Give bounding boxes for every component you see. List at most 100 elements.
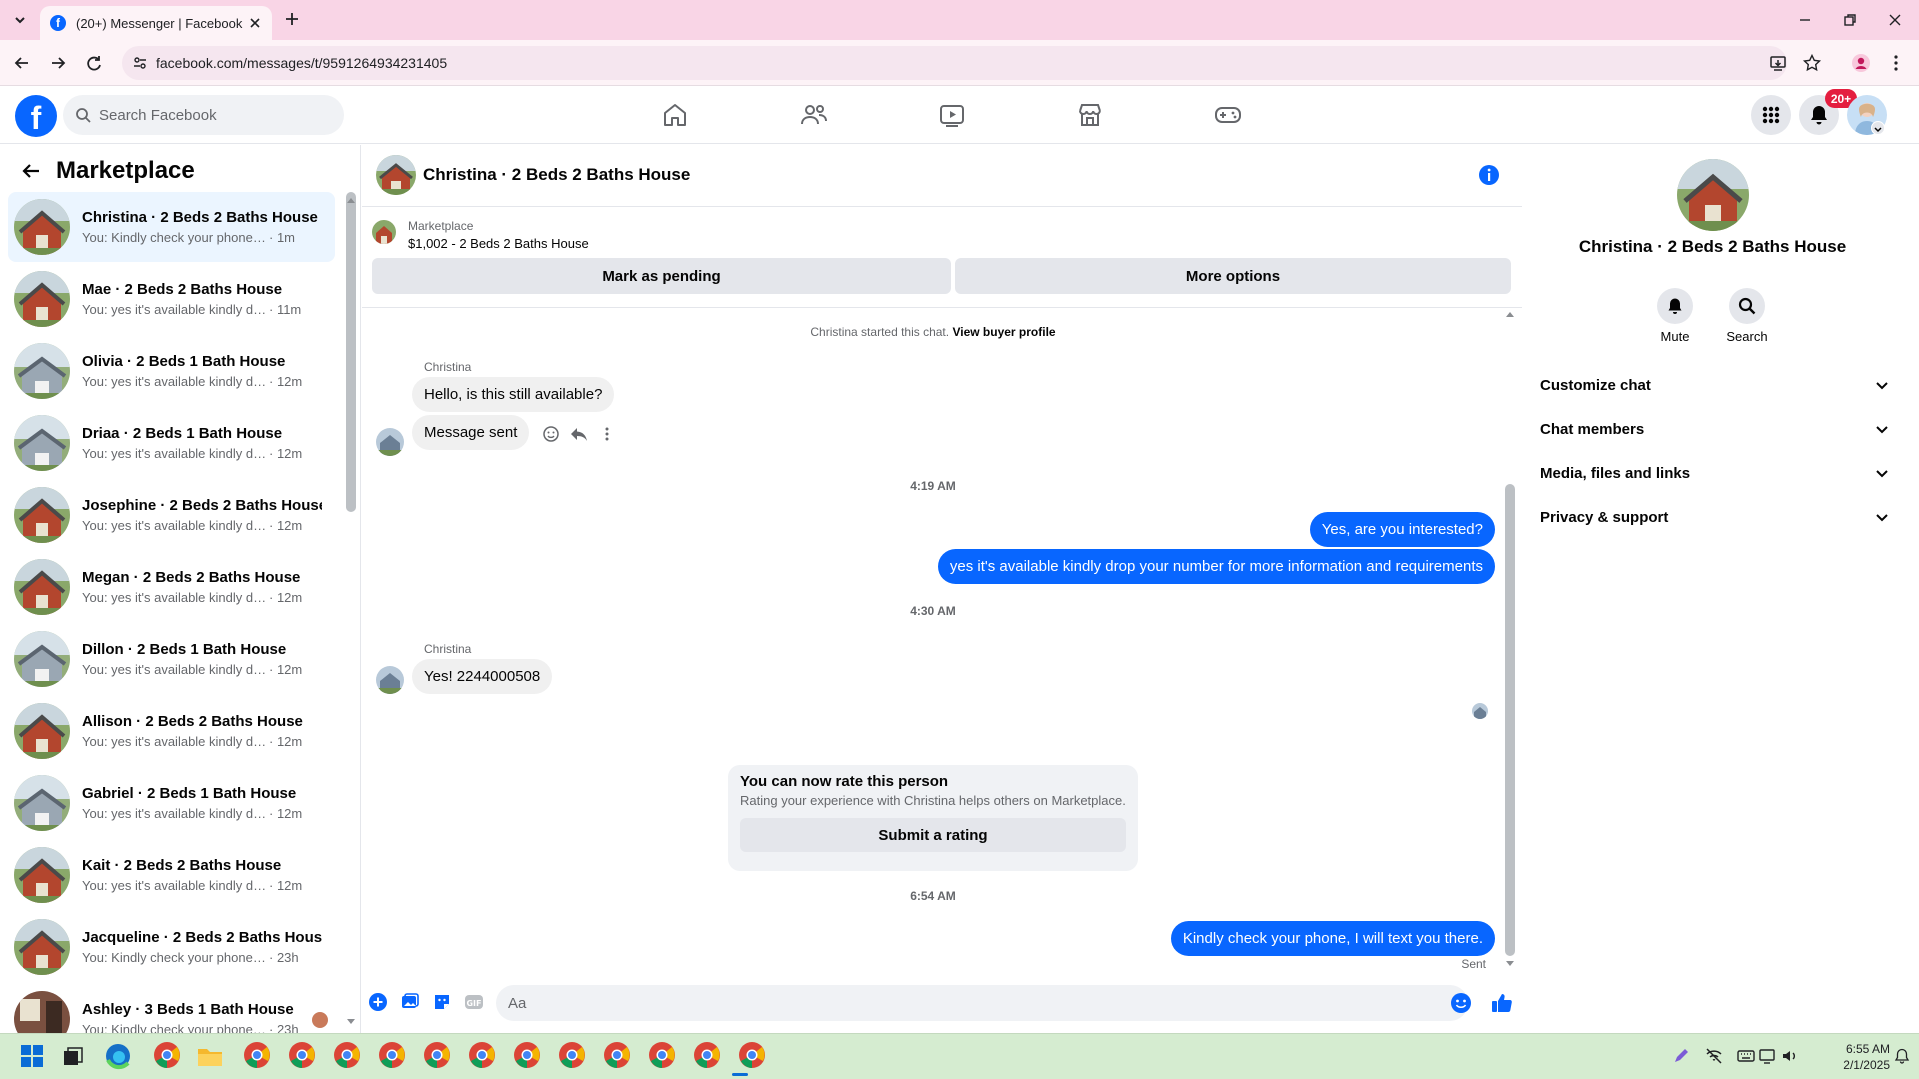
section-media-files-links[interactable]: Media, files and links bbox=[1540, 461, 1890, 485]
site-info-icon[interactable] bbox=[132, 55, 148, 71]
chrome-app-icon[interactable] bbox=[557, 1040, 589, 1072]
network-offline-icon[interactable] bbox=[1705, 1047, 1723, 1065]
more-options-button[interactable]: More options bbox=[955, 258, 1511, 294]
tab-search-chevron-icon[interactable] bbox=[10, 10, 30, 30]
submit-rating-button[interactable]: Submit a rating bbox=[740, 818, 1126, 852]
listing-detail[interactable]: $1,002 - 2 Beds 2 Baths House bbox=[408, 236, 589, 251]
friends-nav-icon[interactable] bbox=[799, 100, 829, 130]
facebook-search-input[interactable]: Search Facebook bbox=[63, 95, 344, 135]
scroll-up-arrow-icon[interactable] bbox=[346, 196, 356, 204]
conversation-item[interactable]: Josephine · 2 Beds 2 Baths House You: yes… bbox=[8, 480, 335, 550]
facebook-logo[interactable]: f bbox=[15, 95, 57, 137]
incoming-message[interactable]: Yes! 2244000508 bbox=[412, 659, 553, 694]
address-bar[interactable]: facebook.com/messages/t/9591264934231405 bbox=[122, 46, 1787, 80]
chrome-app-icon[interactable] bbox=[422, 1040, 454, 1072]
conversation-item[interactable]: Kait · 2 Beds 2 Baths House You: yes it's… bbox=[8, 840, 335, 910]
conversation-item[interactable]: Olivia · 2 Beds 1 Bath House You: yes it'… bbox=[8, 336, 335, 406]
home-nav-icon[interactable] bbox=[660, 100, 690, 130]
attach-photo-icon[interactable] bbox=[400, 992, 420, 1012]
task-view-icon[interactable] bbox=[62, 1046, 84, 1068]
notification-bell-icon[interactable] bbox=[1894, 1048, 1910, 1064]
menu-grid-button[interactable] bbox=[1751, 95, 1791, 135]
window-close-icon[interactable] bbox=[1885, 10, 1905, 30]
react-smiley-icon[interactable] bbox=[542, 425, 560, 443]
back-arrow-icon[interactable] bbox=[20, 160, 42, 182]
bookmark-star-icon[interactable] bbox=[1802, 53, 1822, 73]
outgoing-message[interactable]: yes it's available kindly drop your numb… bbox=[937, 549, 1495, 584]
conversation-item[interactable]: Driaa · 2 Beds 1 Bath House You: yes it's… bbox=[8, 408, 335, 478]
new-tab-plus-icon[interactable] bbox=[283, 10, 301, 28]
conversation-item[interactable]: Megan · 2 Beds 2 Baths House You: yes it'… bbox=[8, 552, 335, 622]
chrome-app-icon[interactable] bbox=[377, 1040, 409, 1072]
taskbar-clock[interactable]: 6:55 AM 2/1/2025 bbox=[1810, 1041, 1890, 1073]
thumbs-up-like-icon[interactable] bbox=[1490, 991, 1514, 1015]
display-icon[interactable] bbox=[1759, 1047, 1777, 1065]
incoming-message[interactable]: Hello, is this still available? bbox=[412, 377, 615, 412]
chrome-app-icon[interactable] bbox=[152, 1040, 184, 1072]
more-actions-plus-icon[interactable] bbox=[368, 992, 388, 1012]
section-privacy-support[interactable]: Privacy & support bbox=[1540, 505, 1890, 529]
tab-close-icon[interactable] bbox=[248, 16, 262, 30]
conversation-item[interactable]: Gabriel · 2 Beds 1 Bath House You: yes it… bbox=[8, 768, 335, 838]
marketplace-nav-icon[interactable] bbox=[1075, 100, 1105, 130]
sidebar-scrollbar[interactable] bbox=[346, 192, 356, 512]
window-minimize-icon[interactable] bbox=[1795, 10, 1815, 30]
chat-header-avatar[interactable] bbox=[376, 155, 416, 195]
profile-icon[interactable] bbox=[1851, 53, 1871, 73]
reply-arrow-icon[interactable] bbox=[570, 425, 588, 443]
section-customize-chat[interactable]: Customize chat bbox=[1540, 373, 1890, 397]
conversation-item[interactable]: Jacqueline · 2 Beds 2 Baths House You: Ki… bbox=[8, 912, 335, 982]
conversation-item[interactable]: Christina · 2 Beds 2 Baths House You: Kin… bbox=[8, 192, 335, 262]
volume-icon[interactable] bbox=[1781, 1047, 1799, 1065]
browser-menu-kebab-icon[interactable] bbox=[1886, 53, 1906, 73]
chrome-app-icon[interactable] bbox=[242, 1040, 274, 1072]
conversation-item[interactable]: Allison · 2 Beds 2 Baths House You: yes i… bbox=[8, 696, 335, 766]
gaming-nav-icon[interactable] bbox=[1213, 100, 1243, 130]
forward-arrow-icon[interactable] bbox=[48, 53, 68, 73]
conversation-item[interactable]: Dillon · 2 Beds 1 Bath House You: yes it'… bbox=[8, 624, 335, 694]
file-explorer-icon[interactable] bbox=[196, 1042, 224, 1070]
mark-as-pending-button[interactable]: Mark as pending bbox=[372, 258, 951, 294]
window-restore-icon[interactable] bbox=[1840, 10, 1860, 30]
sticker-icon[interactable] bbox=[432, 992, 452, 1012]
chrome-app-icon[interactable] bbox=[692, 1040, 724, 1072]
edge-browser-icon[interactable] bbox=[104, 1042, 132, 1070]
listing-thumbnail[interactable] bbox=[372, 220, 396, 244]
chrome-app-icon[interactable] bbox=[647, 1040, 679, 1072]
incoming-message[interactable]: Message sent bbox=[412, 415, 530, 450]
scroll-down-arrow-icon[interactable] bbox=[346, 1018, 356, 1026]
scroll-down-arrow-icon[interactable] bbox=[1505, 960, 1515, 968]
chrome-app-icon[interactable] bbox=[332, 1040, 364, 1072]
gif-icon[interactable]: GIF bbox=[464, 992, 484, 1012]
search-in-conversation-button[interactable] bbox=[1729, 288, 1765, 324]
chrome-app-icon[interactable] bbox=[512, 1040, 544, 1072]
outgoing-message[interactable]: Kindly check your phone, I will text you… bbox=[1170, 921, 1495, 956]
chrome-app-icon[interactable] bbox=[287, 1040, 319, 1072]
keyboard-icon[interactable] bbox=[1737, 1047, 1755, 1065]
chat-title[interactable]: Christina · 2 Beds 2 Baths House bbox=[423, 165, 690, 185]
sender-avatar[interactable] bbox=[376, 666, 404, 694]
more-actions-kebab-icon[interactable] bbox=[598, 425, 616, 443]
video-nav-icon[interactable] bbox=[937, 100, 967, 130]
mute-button[interactable] bbox=[1657, 288, 1693, 324]
chrome-app-icon[interactable] bbox=[737, 1040, 769, 1072]
conversation-info-icon[interactable] bbox=[1478, 164, 1500, 186]
install-app-icon[interactable] bbox=[1768, 53, 1788, 73]
reload-icon[interactable] bbox=[84, 53, 104, 73]
scroll-up-arrow-icon[interactable] bbox=[1505, 310, 1515, 318]
chat-scrollbar[interactable] bbox=[1505, 484, 1515, 956]
outgoing-message[interactable]: Yes, are you interested? bbox=[1309, 512, 1495, 547]
sender-avatar[interactable] bbox=[376, 428, 404, 456]
conversation-item[interactable]: Mae · 2 Beds 2 Baths House You: yes it's … bbox=[8, 264, 335, 334]
message-input[interactable]: Aa bbox=[496, 985, 1468, 1021]
account-chevron-down-icon[interactable] bbox=[1871, 121, 1885, 135]
chrome-app-icon[interactable] bbox=[602, 1040, 634, 1072]
chrome-app-icon[interactable] bbox=[467, 1040, 499, 1072]
back-arrow-icon[interactable] bbox=[12, 53, 32, 73]
view-buyer-profile-link[interactable]: View buyer profile bbox=[952, 325, 1055, 339]
contact-avatar[interactable] bbox=[1677, 159, 1749, 231]
emoji-smiley-icon[interactable] bbox=[1450, 992, 1472, 1014]
pen-icon[interactable] bbox=[1672, 1047, 1690, 1065]
windows-start-icon[interactable] bbox=[20, 1044, 44, 1068]
section-chat-members[interactable]: Chat members bbox=[1540, 417, 1890, 441]
